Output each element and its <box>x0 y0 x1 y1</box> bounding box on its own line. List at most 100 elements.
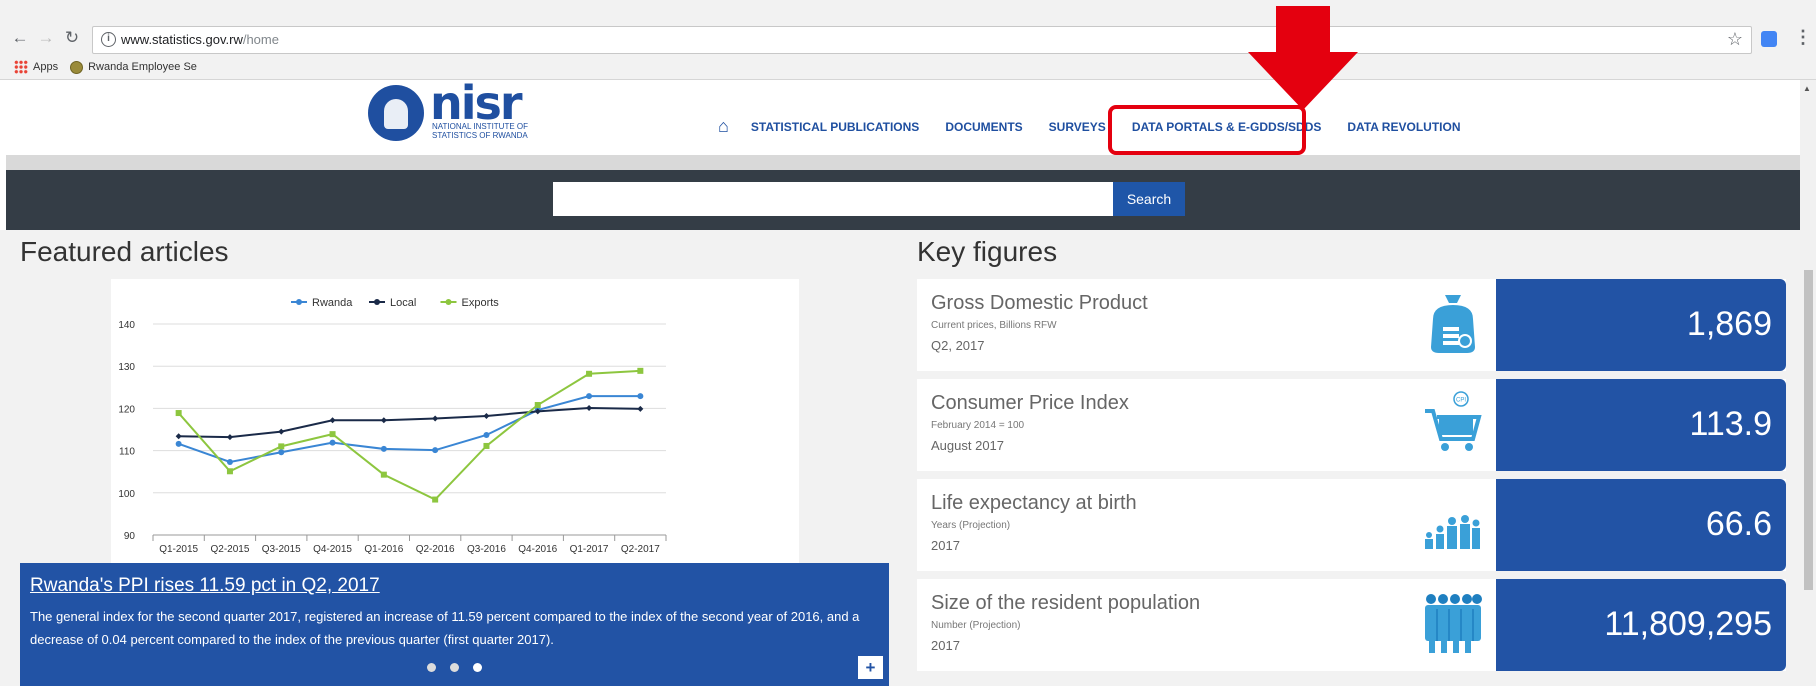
carousel-dots <box>427 663 482 672</box>
red-arrow-annotation <box>1248 6 1358 110</box>
data-point-local <box>329 417 336 424</box>
y-tick-label: 130 <box>118 362 135 373</box>
nav-documents[interactable]: DOCUMENTS <box>945 120 1022 134</box>
key-figures-heading: Key figures <box>917 236 1058 267</box>
data-point-local <box>432 415 439 422</box>
data-point-exports <box>329 431 336 438</box>
key-figure-period: 2017 <box>931 538 960 553</box>
x-tick-label: Q4-2015 <box>313 544 352 555</box>
key-figure-note: Current prices, Billions RFW <box>931 320 1057 331</box>
main-content: Featured articles Key figures 90 100 110 12… <box>0 230 1800 686</box>
series-line-local <box>178 406 641 439</box>
bookmark-rwanda-employee[interactable]: Rwanda Employee Se <box>70 60 197 74</box>
key-figure-name: Gross Domestic Product <box>931 292 1148 314</box>
expand-plus-button[interactable]: + <box>858 656 883 679</box>
legend-label: Rwanda <box>312 297 353 309</box>
bookmark-star-icon[interactable]: ☆ <box>1727 29 1743 50</box>
url-host: www.statistics.gov.rw <box>121 32 243 47</box>
featured-article-card: Rwanda's PPI rises 11.59 pct in Q2, 2017… <box>20 563 889 686</box>
key-figure-note: Number (Projection) <box>931 620 1021 631</box>
scroll-up-arrow-icon[interactable]: ▲ <box>1803 84 1811 93</box>
x-tick-label: Q1-2017 <box>570 544 609 555</box>
data-point-local <box>586 404 593 411</box>
header-divider <box>6 155 1800 170</box>
nisr-logo[interactable]: nisr NATIONAL INSTITUTE OF STATISTICS OF… <box>368 76 538 144</box>
key-figure-population[interactable]: Size of the resident population Number (… <box>917 579 1786 671</box>
x-tick-label: Q3-2015 <box>262 544 301 555</box>
main-nav: ⌂ STATISTICAL PUBLICATIONS DOCUMENTS SUR… <box>718 116 1486 137</box>
key-figure-value: 11,809,295 <box>1604 605 1772 643</box>
bookmark-label: Apps <box>33 61 59 73</box>
data-point-local <box>226 434 233 441</box>
logo-emblem-icon <box>368 85 424 141</box>
data-point-rwanda <box>278 449 285 456</box>
url-path: /home <box>242 32 279 47</box>
search-input[interactable] <box>553 182 1113 216</box>
data-point-exports <box>586 370 593 377</box>
kebab-menu-icon[interactable]: ⋮ <box>1794 27 1812 48</box>
y-tick-label: 120 <box>118 404 135 415</box>
data-point-exports <box>175 410 182 417</box>
bookmarks-bar: Apps Rwanda Employee Se <box>14 58 197 76</box>
page-scrollbar[interactable]: ▲ <box>1800 80 1816 686</box>
search-button[interactable]: Search <box>1113 182 1185 216</box>
article-body: The general index for the second quarter… <box>30 609 860 647</box>
key-figure-life-expectancy[interactable]: Life expectancy at birth Years (Projecti… <box>917 479 1786 571</box>
article-title-link[interactable]: Rwanda's PPI rises 11.59 pct in Q2, 2017 <box>30 575 380 597</box>
info-icon[interactable]: i <box>101 32 116 47</box>
legend-marker <box>296 299 302 305</box>
key-figure-value-box: 66.6 <box>1496 479 1786 571</box>
data-point-local <box>637 405 644 412</box>
key-figure-value-box: 1,869 <box>1496 279 1786 371</box>
data-point-rwanda <box>483 431 490 438</box>
data-point-rwanda <box>637 393 644 400</box>
key-figure-value-box: 11,809,295 <box>1496 579 1786 671</box>
extension-icon[interactable] <box>1761 31 1777 47</box>
data-point-local <box>380 417 387 424</box>
nav-statistical-publications[interactable]: STATISTICAL PUBLICATIONS <box>751 120 919 134</box>
x-tick-label: Q2-2016 <box>416 544 455 555</box>
reload-icon[interactable]: ↻ <box>62 28 82 48</box>
logo-subtitle: NATIONAL INSTITUTE OF STATISTICS OF RWAN… <box>432 122 529 140</box>
carousel-dot[interactable] <box>427 663 436 672</box>
data-point-rwanda <box>175 440 182 447</box>
bookmark-apps[interactable]: Apps <box>14 60 58 74</box>
scroll-thumb[interactable] <box>1804 270 1813 590</box>
forward-arrow-icon[interactable]: → <box>36 28 56 48</box>
browser-toolbar: ← → ↻ i www.statistics.gov.rw/home ☆ ⋮ A… <box>0 0 1816 80</box>
y-tick-label: 100 <box>118 489 135 500</box>
data-point-rwanda <box>329 439 336 446</box>
x-tick-label: Q2-2017 <box>621 544 660 555</box>
key-figure-period: 2017 <box>931 638 960 653</box>
nav-surveys[interactable]: SURVEYS <box>1049 120 1106 134</box>
home-icon[interactable]: ⌂ <box>718 116 729 137</box>
url-text[interactable]: www.statistics.gov.rw/home <box>121 32 279 47</box>
ppi-chart: 90 100 110 120 130 140 Q1-2015 Q2-2015 Q3-2015 Q4… <box>111 279 799 564</box>
data-point-rwanda <box>586 393 593 400</box>
cart-icon: CPI <box>1425 391 1482 451</box>
line-chart: 90 100 110 120 130 140 Q1-2015 Q2-2015 Q3-2015 Q4… <box>118 297 667 555</box>
x-tick-label: Q2-2015 <box>210 544 249 555</box>
x-tick-label: Q4-2016 <box>518 544 557 555</box>
address-bar[interactable]: i www.statistics.gov.rw/home ☆ <box>92 26 1752 54</box>
nav-data-revolution[interactable]: DATA REVOLUTION <box>1347 120 1460 134</box>
key-figure-value: 1,869 <box>1686 305 1772 343</box>
key-figure-gdp[interactable]: Gross Domestic Product Current prices, B… <box>917 279 1786 371</box>
y-tick-label: 90 <box>124 531 136 542</box>
x-tick-label: Q1-2016 <box>364 544 403 555</box>
data-point-exports <box>226 468 233 475</box>
y-tick-label: 140 <box>118 320 135 331</box>
data-point-exports <box>534 402 541 409</box>
carousel-dot[interactable] <box>450 663 459 672</box>
key-figure-note: February 2014 = 100 <box>931 420 1025 431</box>
key-figure-cpi[interactable]: Consumer Price Index February 2014 = 100… <box>917 379 1786 471</box>
key-figure-name: Size of the resident population <box>931 592 1201 614</box>
site-header: nisr NATIONAL INSTITUTE OF STATISTICS OF… <box>0 76 1800 155</box>
legend-label: Local <box>390 297 416 309</box>
data-point-exports <box>432 496 439 503</box>
people-ages-icon <box>1425 515 1480 549</box>
crowd-icon <box>1425 594 1482 653</box>
back-arrow-icon[interactable]: ← <box>10 28 30 48</box>
carousel-dot-active[interactable] <box>473 663 482 672</box>
series-line-rwanda <box>178 395 641 464</box>
